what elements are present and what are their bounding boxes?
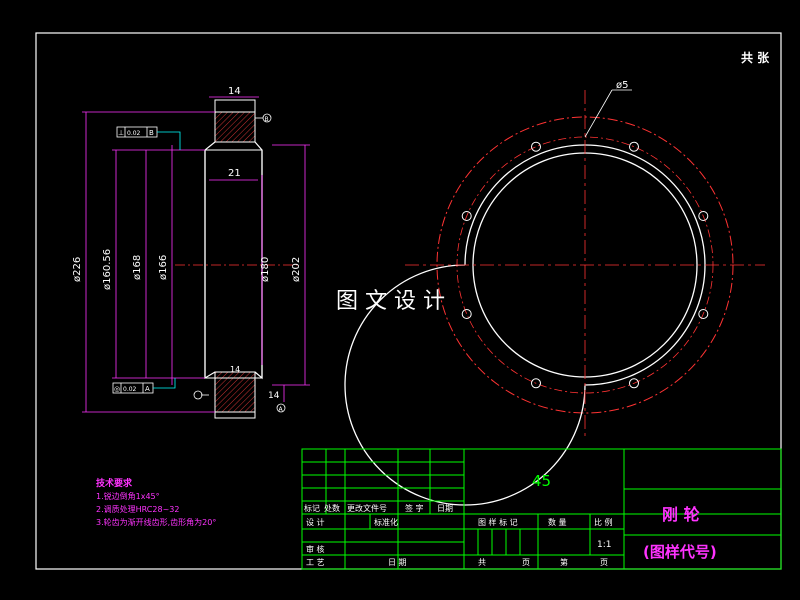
svg-text:◎: ◎ <box>114 385 120 393</box>
rev-header-doc: 更改文件号 <box>347 503 387 513</box>
bolt-hole <box>461 309 472 319</box>
label-sheet: 页 <box>522 558 530 567</box>
rev-header-date: 日期 <box>437 504 453 513</box>
label-stage-mark: 图 样 标 记 <box>478 517 518 527</box>
bolt-hole <box>629 141 639 152</box>
tech-title: 技术要求 <box>96 477 133 489</box>
hole-leader <box>584 89 613 138</box>
title-block-text: 标记 处数 更改文件号 签 字 日期 设 计 标准化 审 核 工 艺 日 期 图… <box>304 472 717 567</box>
dim-d180: ø180 <box>260 257 271 282</box>
part-name: 刚 轮 <box>662 505 700 524</box>
tech-item-1: 1.锐边倒角1x45° <box>96 491 160 501</box>
material-value: 45 <box>532 472 551 490</box>
label-design: 设 计 <box>306 517 325 527</box>
sheet-note: 共 张 <box>741 50 770 65</box>
rev-header-sign: 签 字 <box>405 503 424 513</box>
dim-d202: ø202 <box>291 257 302 282</box>
label-standard: 标准化 <box>374 517 398 527</box>
label-review: 审 核 <box>306 544 325 554</box>
datum-b-marker: B <box>255 113 272 123</box>
tech-requirements: 技术要求 1.锐边倒角1x45° 2.调质处理HRC28~32 3.轮齿为渐开线… <box>96 477 216 527</box>
drawing-code: (图样代号) <box>643 543 717 561</box>
label-qty: 数 量 <box>548 517 567 527</box>
ring-outer <box>344 144 706 506</box>
top-tooth-hatch <box>214 111 256 143</box>
hole-label: ø5 <box>616 80 628 91</box>
dim-top-width: 14 <box>228 86 241 97</box>
front-section-view: 14 21 14 14 ø226 ø160.56 ø168 ø166 ø180 … <box>72 86 310 419</box>
bolt-hole <box>531 141 541 152</box>
svg-text:B: B <box>149 129 154 137</box>
top-hub <box>214 99 256 113</box>
dim-d160: ø160.56 <box>102 249 113 290</box>
dim-d168: ø168 <box>132 255 143 280</box>
dim-bottom-note: 14 <box>268 391 280 401</box>
cad-drawing-canvas: 共 张 14 21 14 14 ø226 ø160.56 ø168 ø166 ø… <box>35 32 782 570</box>
scale-value: 1:1 <box>597 540 611 550</box>
label-process: 工 艺 <box>306 558 325 567</box>
rev-header-count: 处数 <box>324 503 340 513</box>
fcf-bottom: ◎ 0.02 A <box>112 378 176 394</box>
svg-text:B: B <box>265 116 269 123</box>
dim-inner-width: 21 <box>228 168 241 179</box>
watermark: 图 文 设 计 <box>336 289 445 314</box>
body-outline <box>204 141 216 380</box>
label-page-no: 第 <box>560 557 568 567</box>
fcf-top: ⊥ 0.02 B <box>116 126 181 150</box>
svg-text:⊥: ⊥ <box>118 129 124 137</box>
label-date: 日 期 <box>388 558 407 567</box>
label-page: 页 <box>600 558 608 567</box>
dim-bottom-width: 14 <box>230 365 240 374</box>
label-scale: 比 例 <box>594 517 613 527</box>
svg-text:0.02: 0.02 <box>127 130 141 137</box>
dim-d166: ø166 <box>158 255 169 280</box>
dim-d226: ø226 <box>72 257 83 282</box>
tech-item-3: 3.轮齿为渐开线齿形,齿形角为20° <box>96 517 216 527</box>
tech-item-2: 2.调质处理HRC28~32 <box>96 504 179 514</box>
svg-text:A: A <box>145 385 150 393</box>
bottom-hub <box>214 411 256 419</box>
svg-text:0.02: 0.02 <box>123 386 137 393</box>
label-total: 共 <box>478 558 486 567</box>
rev-header-mark: 标记 <box>304 503 320 513</box>
